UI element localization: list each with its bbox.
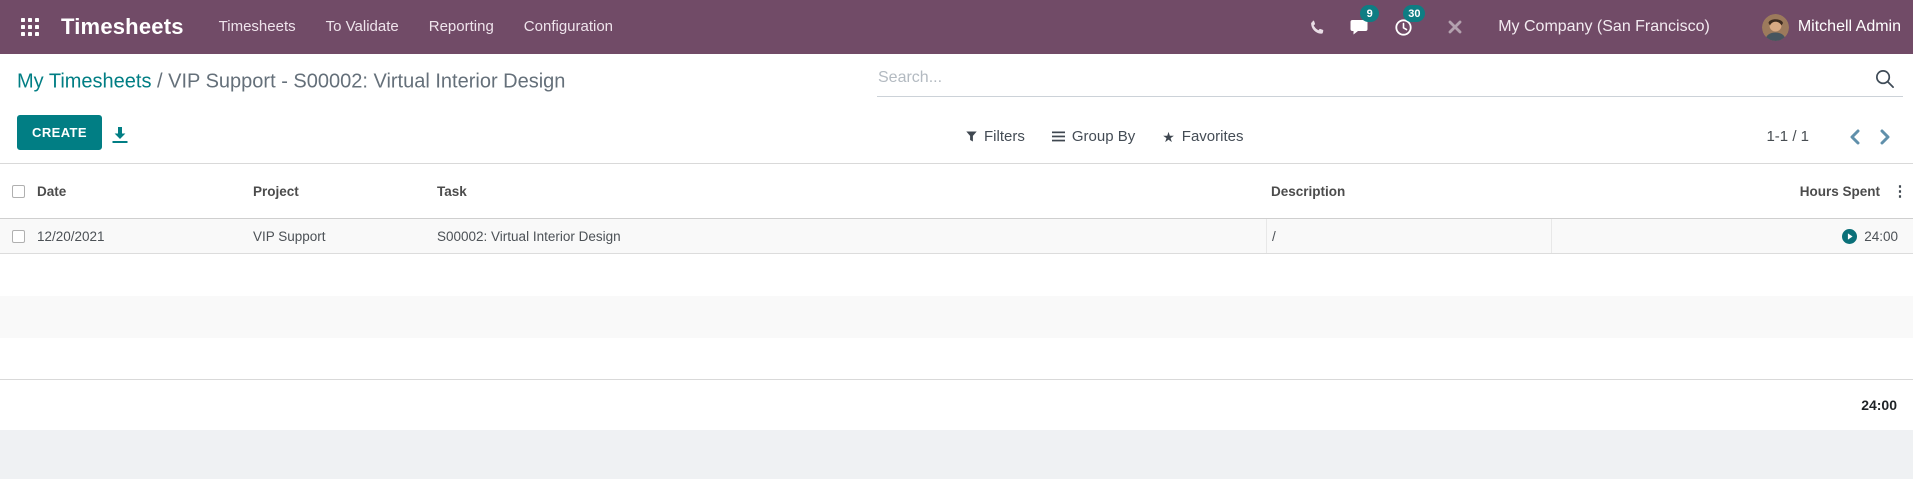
company-switcher[interactable]: My Company (San Francisco): [1498, 18, 1710, 36]
group-by-icon: [1051, 131, 1065, 142]
export-download-icon[interactable]: [111, 126, 129, 147]
search-input[interactable]: [877, 60, 1903, 96]
row-hours-value: 24:00: [1864, 228, 1898, 244]
pager-next-button[interactable]: [1870, 129, 1901, 145]
select-all-cell: [0, 184, 37, 198]
control-panel-buttons: CREATE Filters Group By ★ Favorites 1-1 …: [0, 110, 1913, 163]
column-header-date[interactable]: Date: [37, 184, 253, 199]
timesheet-row[interactable]: 12/20/2021 VIP Support S00002: Virtual I…: [0, 219, 1913, 254]
column-header-project[interactable]: Project: [253, 184, 437, 199]
pager-previous-button[interactable]: [1839, 129, 1870, 145]
dev-tools-icon[interactable]: [1442, 0, 1468, 54]
group-by-button[interactable]: Group By: [1051, 128, 1136, 145]
page-footer-background: [0, 430, 1913, 479]
column-options-icon[interactable]: ⋮: [1893, 183, 1908, 200]
row-description-cell: /: [1266, 219, 1551, 253]
pager: 1-1 / 1: [1766, 110, 1901, 163]
search-box: [877, 60, 1903, 97]
column-options-cell: ⋮: [1887, 184, 1913, 199]
favorites-button[interactable]: ★ Favorites: [1162, 128, 1243, 145]
breadcrumb: My Timesheets / VIP Support - S00002: Vi…: [17, 71, 565, 94]
breadcrumb-separator: /: [151, 70, 169, 93]
filters-button[interactable]: Filters: [966, 128, 1025, 145]
messages-count-badge: 9: [1360, 5, 1380, 22]
empty-row: [0, 338, 1913, 380]
menu-to-validate[interactable]: To Validate: [311, 0, 414, 54]
breadcrumb-current: VIP Support - S00002: Virtual Interior D…: [168, 70, 566, 93]
phone-icon[interactable]: [1304, 0, 1330, 54]
crossed-tools-glyph: [1448, 20, 1462, 34]
hours-total-row: 24:00: [0, 380, 1913, 430]
user-avatar[interactable]: [1761, 13, 1789, 41]
search-options-bar: Filters Group By ★ Favorites: [966, 110, 1243, 163]
control-panel-top: My Timesheets / VIP Support - S00002: Vi…: [0, 54, 1913, 110]
grid-icon: [21, 18, 39, 36]
row-hours-cell: 24:00: [1551, 219, 1913, 253]
systray: 9 30 My Company (San Francisco) Mitchell…: [1287, 0, 1901, 54]
row-date-cell: 12/20/2021: [37, 228, 105, 244]
row-project-cell: VIP Support: [253, 228, 326, 244]
pager-range: 1-1 / 1: [1766, 128, 1809, 145]
avatar-photo: [1761, 13, 1789, 41]
chevron-right-icon: [1880, 129, 1890, 144]
row-checkbox[interactable]: [12, 229, 25, 243]
empty-row: [0, 254, 1913, 296]
empty-row: [0, 296, 1913, 338]
top-navbar: Timesheets Timesheets To Validate Report…: [0, 0, 1913, 54]
app-brand-title[interactable]: Timesheets: [61, 14, 184, 40]
favorites-star-icon: ★: [1162, 128, 1175, 145]
filter-funnel-icon: [966, 131, 977, 142]
activities-count-badge: 30: [1403, 5, 1426, 22]
list-header-row: Date Project Task Description Hours Spen…: [0, 163, 1913, 219]
search-icon[interactable]: [1874, 68, 1895, 94]
user-menu[interactable]: Mitchell Admin: [1798, 18, 1901, 36]
favorites-label: Favorites: [1181, 128, 1244, 145]
activities-icon[interactable]: 30: [1390, 0, 1426, 54]
apps-grid-icon[interactable]: [13, 0, 47, 54]
row-task-cell: S00002: Virtual Interior Design: [437, 228, 621, 244]
menu-reporting[interactable]: Reporting: [414, 0, 509, 54]
column-header-hours-spent[interactable]: Hours Spent: [1551, 184, 1887, 199]
hours-total-value: 24:00: [1861, 397, 1897, 413]
column-header-task[interactable]: Task: [437, 184, 1266, 199]
filters-label: Filters: [984, 128, 1025, 145]
main-menu: Timesheets To Validate Reporting Configu…: [204, 0, 628, 54]
breadcrumb-parent-link[interactable]: My Timesheets: [17, 71, 151, 93]
timesheet-list: Date Project Task Description Hours Spen…: [0, 163, 1913, 430]
column-header-description[interactable]: Description: [1266, 184, 1551, 199]
menu-timesheets[interactable]: Timesheets: [204, 0, 311, 54]
row-select-cell: [0, 229, 37, 243]
messages-icon[interactable]: 9: [1347, 0, 1380, 54]
timer-play-icon[interactable]: [1842, 228, 1858, 244]
chevron-left-icon: [1850, 129, 1860, 144]
timesheets-app-window: Timesheets Timesheets To Validate Report…: [0, 0, 1913, 479]
group-by-label: Group By: [1071, 128, 1136, 145]
select-all-checkbox[interactable]: [12, 184, 25, 198]
create-button[interactable]: CREATE: [17, 115, 102, 150]
phone-glyph: [1310, 20, 1324, 34]
menu-configuration[interactable]: Configuration: [509, 0, 628, 54]
